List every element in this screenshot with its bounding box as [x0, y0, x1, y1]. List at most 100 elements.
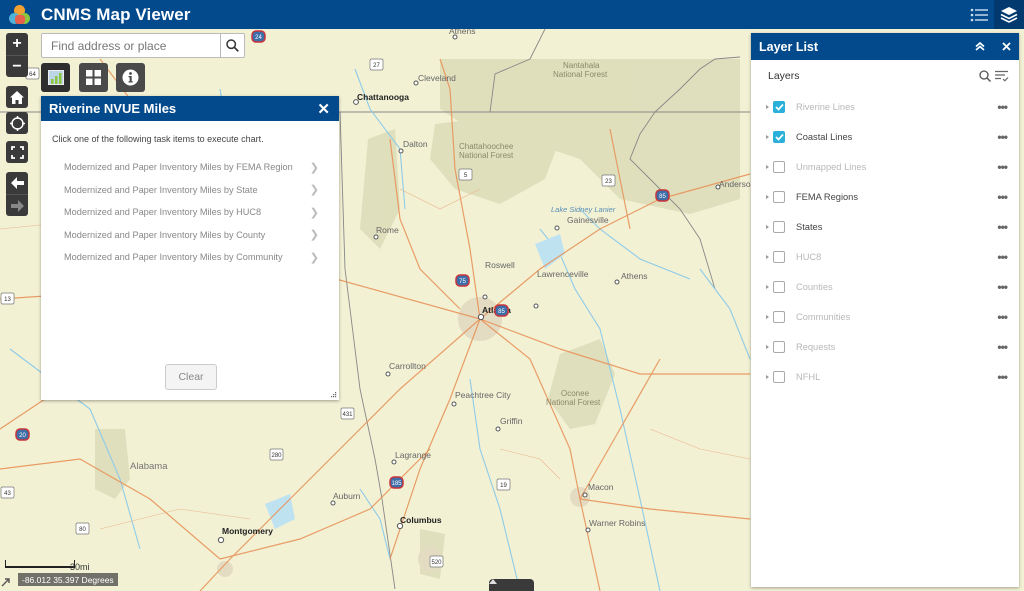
layer-row: Communities ••• [751, 302, 1019, 332]
double-chevron-up-icon [975, 42, 985, 51]
map-label-city: Carrollton [389, 361, 426, 371]
fullscreen-control [6, 141, 28, 163]
expand-caret-icon[interactable] [766, 105, 769, 109]
apps-tool-button[interactable] [79, 63, 108, 92]
layer-options-button[interactable] [995, 70, 1009, 82]
more-options-icon[interactable]: ••• [997, 220, 1008, 234]
legend-list-icon [970, 8, 988, 21]
resize-handle-icon[interactable] [331, 392, 337, 398]
attribute-table-toggle[interactable] [489, 579, 534, 591]
app-header: CNMS Map Viewer [0, 0, 1024, 29]
route-shield: 43 [0, 486, 15, 499]
task-item[interactable]: Modernized and Paper Inventory Miles by … [41, 156, 339, 179]
map-label-forest: National Forest [553, 70, 608, 79]
zoom-in-button[interactable]: + [6, 33, 28, 55]
map-label-city: Lawrenceville [537, 269, 589, 279]
task-item[interactable]: Modernized and Paper Inventory Miles by … [41, 179, 339, 202]
route-shield: 75 [455, 274, 470, 287]
info-tool-button[interactable] [116, 63, 145, 92]
map-label-major-city: Chattanooga [357, 92, 409, 102]
close-button[interactable] [993, 42, 1019, 51]
expand-caret-icon[interactable] [766, 255, 769, 259]
clear-button[interactable]: Clear [165, 364, 217, 390]
route-shield: 20 [15, 428, 30, 441]
task-item[interactable]: Modernized and Paper Inventory Miles by … [41, 224, 339, 247]
chart-tool-button[interactable] [41, 63, 70, 92]
layers-subheader: Layers [751, 60, 1019, 92]
layer-visibility-checkbox[interactable] [773, 281, 785, 293]
grid-icon [86, 70, 101, 85]
layer-visibility-checkbox[interactable] [773, 371, 785, 383]
search-input[interactable] [42, 34, 220, 57]
expand-caret-icon[interactable] [766, 315, 769, 319]
next-extent-button[interactable] [6, 194, 28, 216]
task-item[interactable]: Modernized and Paper Inventory Miles by … [41, 246, 339, 269]
filter-list-icon [995, 70, 1009, 82]
map-label-city: Cleveland [418, 73, 456, 83]
search-widget [41, 33, 245, 58]
more-options-icon[interactable]: ••• [997, 280, 1008, 294]
task-list: Modernized and Paper Inventory Miles by … [41, 156, 339, 269]
layer-visibility-checkbox[interactable] [773, 131, 785, 143]
coordinate-toggle-icon[interactable] [0, 576, 12, 588]
layer-visibility-checkbox[interactable] [773, 221, 785, 233]
expand-caret-icon[interactable] [766, 225, 769, 229]
map-label-forest: Nantahala [563, 61, 600, 70]
more-options-icon[interactable]: ••• [997, 340, 1008, 354]
expand-caret-icon[interactable] [766, 285, 769, 289]
layer-name: Riverine Lines [796, 102, 855, 112]
layer-row: FEMA Regions ••• [751, 182, 1019, 212]
layers-label: Layers [768, 70, 800, 82]
route-number: 24 [255, 35, 262, 41]
close-icon [1001, 42, 1011, 51]
panel-header: Riverine NVUE Miles ✕ [41, 96, 339, 121]
map-label-forest: National Forest [459, 151, 514, 160]
layer-row: Riverine Lines ••• [751, 92, 1019, 122]
fullscreen-button[interactable] [6, 141, 28, 163]
expand-caret-icon[interactable] [766, 375, 769, 379]
previous-extent-button[interactable] [6, 172, 28, 194]
zoom-out-button[interactable]: − [6, 55, 28, 77]
close-icon[interactable]: ✕ [317, 100, 330, 118]
more-options-icon[interactable]: ••• [997, 130, 1008, 144]
search-icon [979, 70, 991, 82]
collapse-button[interactable] [967, 42, 993, 51]
home-button[interactable] [6, 86, 28, 108]
info-icon [122, 69, 139, 86]
more-options-icon[interactable]: ••• [997, 190, 1008, 204]
route-number: 520 [431, 560, 442, 566]
locate-button[interactable] [6, 112, 28, 134]
layer-visibility-checkbox[interactable] [773, 341, 785, 353]
layer-visibility-checkbox[interactable] [773, 101, 785, 113]
layer-list-button[interactable] [994, 0, 1024, 29]
map-label-city: Athens [449, 29, 475, 36]
expand-caret-icon[interactable] [766, 345, 769, 349]
expand-caret-icon[interactable] [766, 195, 769, 199]
search-icon [226, 39, 239, 52]
task-item[interactable]: Modernized and Paper Inventory Miles by … [41, 201, 339, 224]
arrow-right-icon [10, 199, 24, 212]
route-shield: 80 [75, 522, 90, 535]
more-options-icon[interactable]: ••• [997, 310, 1008, 324]
map-label-city: Lagrange [395, 450, 431, 460]
layer-visibility-checkbox[interactable] [773, 251, 785, 263]
layer-visibility-checkbox[interactable] [773, 311, 785, 323]
map-label-forest: National Forest [546, 398, 601, 407]
more-options-icon[interactable]: ••• [997, 250, 1008, 264]
expand-caret-icon[interactable] [766, 165, 769, 169]
more-options-icon[interactable]: ••• [997, 370, 1008, 384]
layer-name: Communities [796, 312, 851, 322]
chevron-up-icon [489, 579, 497, 584]
more-options-icon[interactable]: ••• [997, 100, 1008, 114]
chart-icon [47, 70, 64, 85]
layer-search-button[interactable] [979, 70, 991, 82]
legend-button[interactable] [964, 0, 994, 29]
search-button[interactable] [220, 34, 244, 57]
map-label-city: Griffin [500, 416, 523, 426]
layer-name: Coastal Lines [796, 132, 853, 142]
layer-visibility-checkbox[interactable] [773, 161, 785, 173]
layer-name: Requests [796, 342, 836, 352]
more-options-icon[interactable]: ••• [997, 160, 1008, 174]
layer-visibility-checkbox[interactable] [773, 191, 785, 203]
expand-caret-icon[interactable] [766, 135, 769, 139]
